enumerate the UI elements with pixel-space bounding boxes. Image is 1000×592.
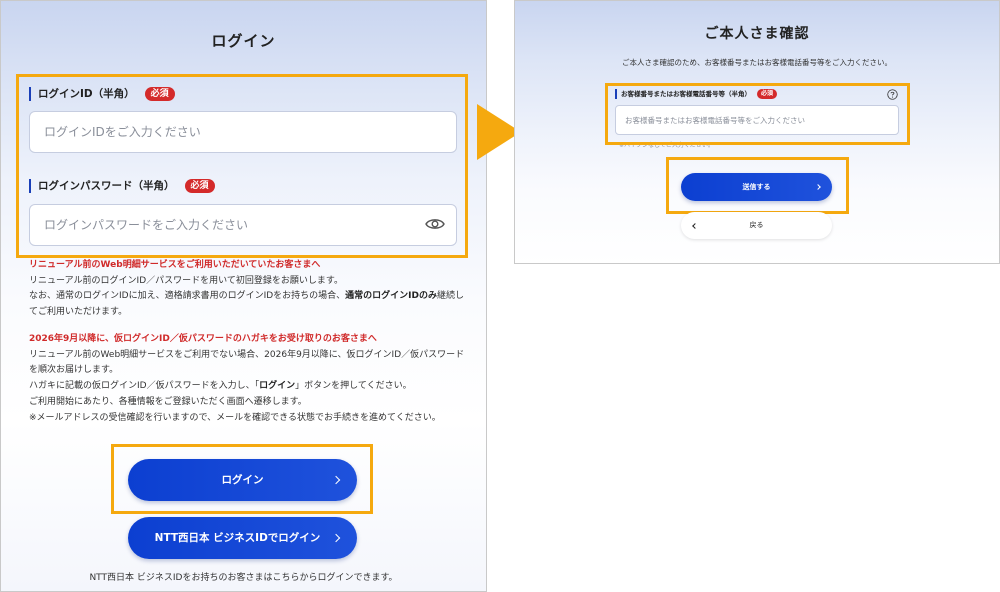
login-title: ログイン [211,32,276,50]
login-id-label: ログインID（半角） 必須 [29,87,175,101]
notice-temp-line: リニューアル前のWeb明細サービスをご利用でない場合、2026年9月以降に、仮ロ… [29,349,465,376]
back-button-label: 戻る [749,221,764,229]
login-button-label: ログイン [221,474,264,486]
notice-temporary-id: 2026年9月以降に、仮ログインID／仮パスワードのハガキをお受け取りのお客さま… [29,332,469,426]
customer-number-label: お客様番号またはお客様電話番号等（半角） 必須 [615,89,778,99]
eye-icon[interactable] [425,217,445,231]
required-badge: 必須 [757,89,778,99]
verification-screen: ご本人さま確認 ご本人さま確認のため、お客様番号またはお客様電話番号等をご入力く… [514,0,1000,264]
login-id-label-text: ログインID（半角） [38,88,135,100]
notice-text: なお、通常のログインIDに加え、適格請求書用のログインIDをお持ちの場合、 [29,291,346,302]
notice-temp-line: ご利用開始にあたり、各種情報をご登録いただく画面へ遷移します。 [29,396,307,407]
login-screen: ログイン ログインID（半角） 必須 ログインパスワード（半角） 必須 リニューアル… [0,0,487,592]
submit-button[interactable]: 送信する [681,173,832,201]
business-id-login-label: NTT西日本 ビジネスIDでログイン [154,532,321,544]
notice-renewal-users: リニューアル前のWeb明細サービスをご利用いただいていたお客さまへ リニューアル… [29,258,469,321]
notice-renewal-line: なお、通常のログインIDに加え、適格請求書用のログインIDをお持ちの場合、通常の… [29,289,469,320]
login-button[interactable]: ログイン [128,459,357,501]
verification-title: ご本人さま確認 [704,26,810,42]
question-circle-icon[interactable] [887,89,898,100]
notice-bold-text: 通常のログインIDのみ [345,291,437,302]
password-input[interactable] [29,204,457,246]
notice-temp-line: ※メールアドレスの受信確認を行いますので、メールを確認できる状態でお手続きを進め… [29,412,441,423]
login-id-input[interactable] [29,111,457,153]
password-label: ログインパスワード（半角） 必須 [29,179,215,193]
notice-renewal-heading: リニューアル前のWeb明細サービスをご利用いただいていたお客さまへ [29,260,321,270]
back-button[interactable]: 戻る [681,212,832,239]
verification-description: ご本人さま確認のため、お客様番号またはお客様電話番号等をご入力ください。 [622,58,892,67]
input-hint: ※ハイフンなしでご入力ください。 [619,142,714,149]
notice-temp-line: ハガキに記載の仮ログインID／仮パスワードを入力し、「ログイン」ボタンを押してく… [29,379,469,395]
notice-text: 」ボタンを押してください。 [295,381,412,392]
customer-number-input[interactable] [615,105,899,135]
business-id-login-button[interactable]: NTT西日本 ビジネスIDでログイン [128,517,357,559]
customer-number-label-text: お客様番号またはお客様電話番号等（半角） [621,90,751,98]
required-badge: 必須 [144,87,175,101]
required-badge: 必須 [184,179,215,193]
notice-bold-text: ログイン [259,381,296,392]
notice-text: ハガキに記載の仮ログインID／仮パスワードを入力し、「 [29,381,260,392]
notice-temp-heading: 2026年9月以降に、仮ログインID／仮パスワードのハガキをお受け取りのお客さま… [29,334,377,344]
password-label-text: ログインパスワード（半角） [38,180,175,192]
submit-button-label: 送信する [742,183,771,191]
business-id-footnote: NTT西日本 ビジネスIDをお持ちのお客さまはこちらからログインできます。 [89,573,398,583]
notice-renewal-line: リニューアル前のログインID／パスワードを用いて初回登録をお願いします。 [29,275,343,286]
